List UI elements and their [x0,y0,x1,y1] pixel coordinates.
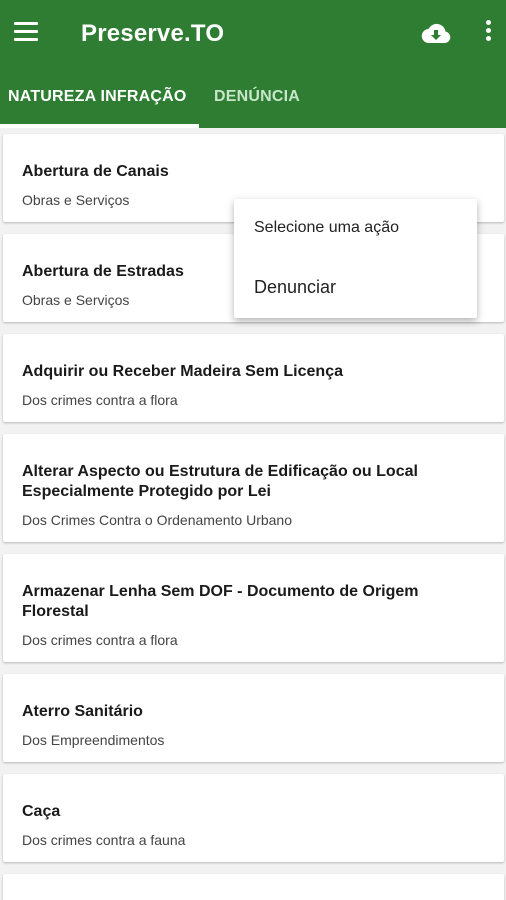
action-popup-menu: Selecione uma ação Denunciar [234,199,477,318]
list-item[interactable]: Alterar Aspecto ou Estrutura de Edificaç… [3,434,504,542]
item-subtitle: Dos Empreendimentos [22,732,165,748]
item-subtitle: Dos crimes contra a flora [22,392,178,408]
item-title: Armazenar Lenha Sem DOF - Documento de O… [22,583,419,620]
tab-denuncia[interactable]: DENÚNCIA [214,88,300,106]
item-subtitle: Dos Crimes Contra o Ordenamento Urbano [22,512,293,528]
item-title: Alterar Aspecto ou Estrutura de Edificaç… [22,463,418,500]
app-bar: Preserve.TO NATUREZA INFRAÇÃO DENÚNCIA [0,0,506,128]
item-title: Adquirir ou Receber Madeira Sem Licença [22,363,343,380]
list-item[interactable]: Adquirir ou Receber Madeira Sem Licença … [3,334,504,422]
item-subtitle: Obras e Serviços [22,292,130,308]
tab-indicator [0,124,199,128]
app-title: Preserve.TO [81,20,225,47]
more-vert-icon[interactable] [478,20,498,50]
list-item[interactable]: Armazenar Lenha Sem DOF - Documento de O… [3,554,504,662]
list-item[interactable]: Caça Dos crimes contra a fauna [3,774,504,862]
item-subtitle: Obras e Serviços [22,192,130,208]
hamburger-menu-icon[interactable] [14,22,40,48]
list-item-partial[interactable] [3,874,504,900]
popup-header: Selecione uma ação [254,219,399,236]
cloud-download-icon[interactable] [420,20,452,48]
tab-natureza-infracao[interactable]: NATUREZA INFRAÇÃO [8,88,187,106]
item-subtitle: Dos crimes contra a flora [22,632,178,648]
item-subtitle: Dos crimes contra a fauna [22,832,186,848]
item-title: Abertura de Canais [22,163,169,180]
item-title: Aterro Sanitário [22,703,143,720]
item-title: Caça [22,803,61,820]
list-item[interactable]: Aterro Sanitário Dos Empreendimentos [3,674,504,762]
denunciar-menu-item[interactable]: Denunciar [254,277,336,298]
